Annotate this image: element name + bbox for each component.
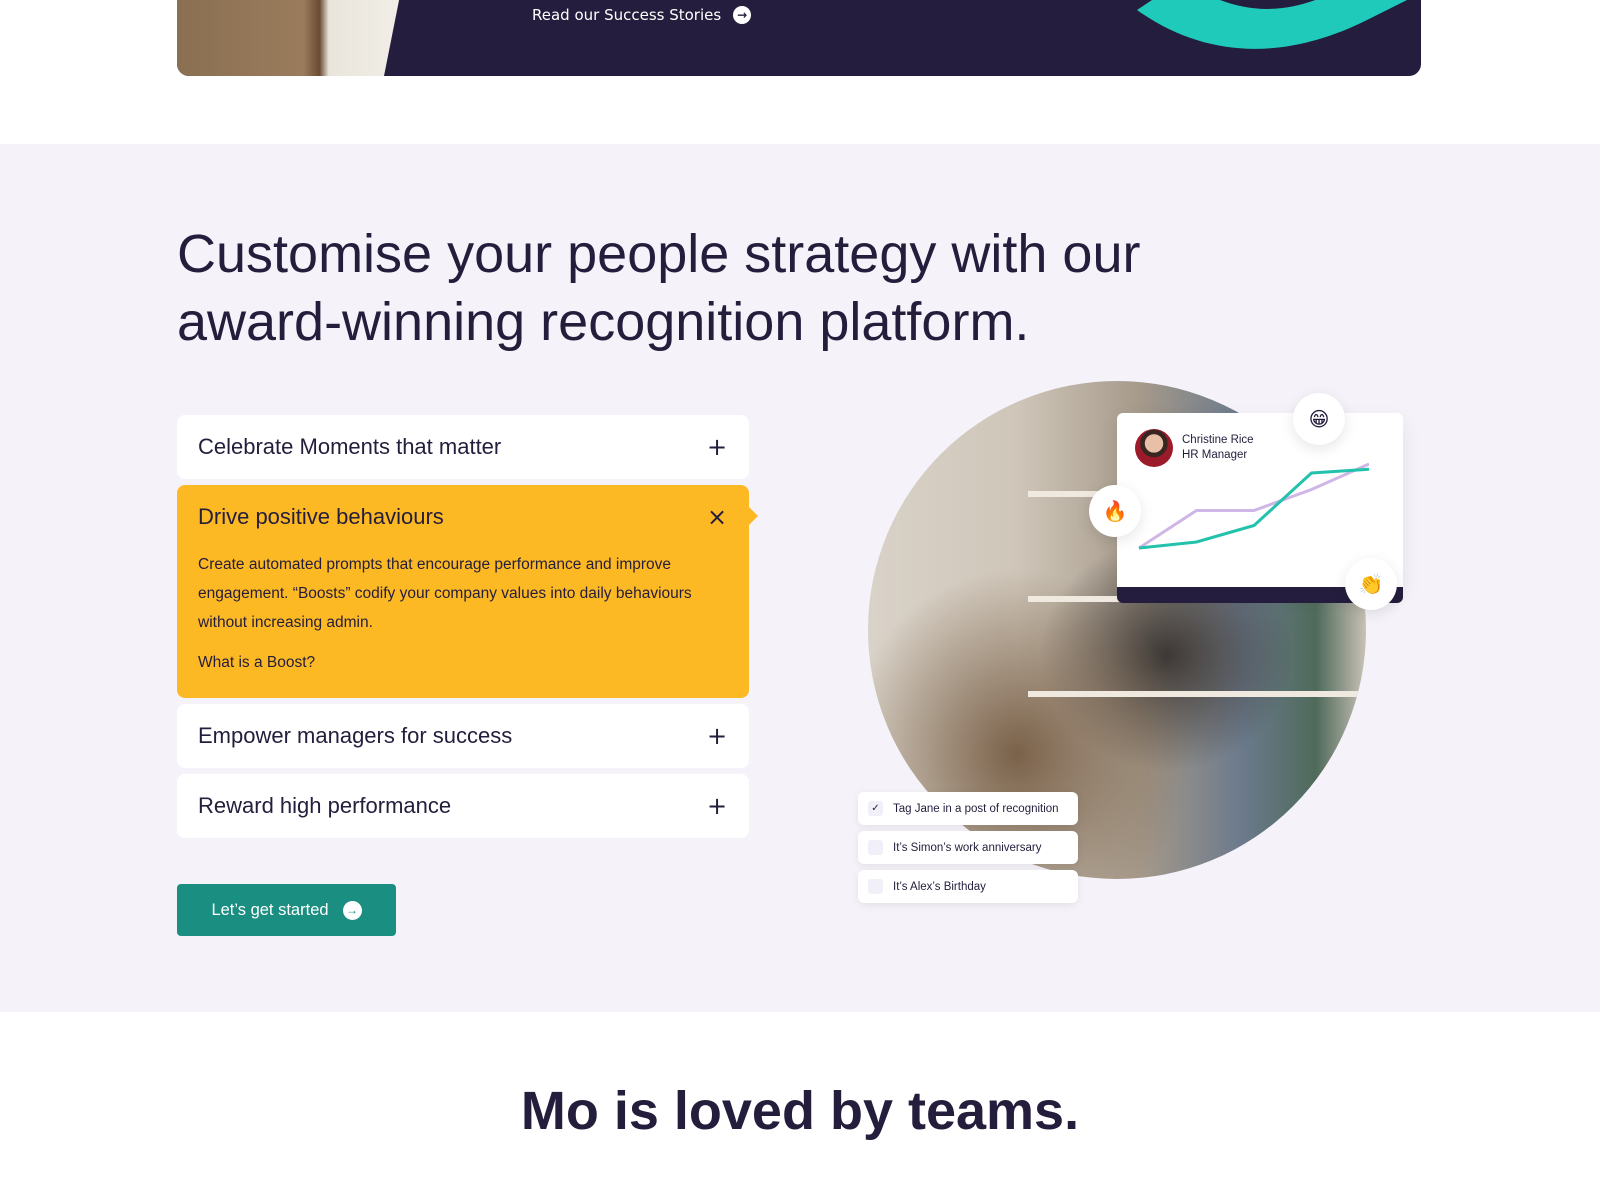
plus-icon[interactable]: + bbox=[707, 794, 727, 818]
accordion-body: Create automated prompts that encourage … bbox=[198, 556, 692, 631]
lilac-trend-line bbox=[1138, 462, 1370, 550]
checkbox-icon[interactable] bbox=[868, 879, 883, 894]
grin-emoji-icon: 😁 bbox=[1293, 393, 1345, 445]
accordion-title: Celebrate Moments that matter bbox=[198, 434, 502, 459]
task-item[interactable]: It’s Simon’s work anniversary bbox=[858, 831, 1078, 864]
arrow-right-circle-icon: → bbox=[342, 900, 362, 920]
task-label: Tag Jane in a post of recognition bbox=[893, 802, 1059, 815]
arrow-right-circle-icon: → bbox=[733, 6, 752, 24]
success-stories-banner: Read our Success Stories → bbox=[177, 0, 1421, 76]
headline-line-2: award-winning recognition platform. bbox=[177, 292, 1030, 352]
task-item[interactable]: ✓ Tag Jane in a post of recognition bbox=[858, 792, 1078, 825]
what-is-a-boost-link[interactable]: What is a Boost? bbox=[198, 654, 727, 672]
accordion-title: Empower managers for success bbox=[198, 723, 513, 748]
accordion-item-reward-performance[interactable]: Reward high performance + bbox=[177, 774, 749, 838]
plus-icon[interactable]: + bbox=[707, 724, 727, 748]
headline-line-1: Customise your people strategy with our bbox=[177, 224, 1141, 284]
decorative-swoosh bbox=[1137, 0, 1407, 49]
accordion-title: Reward high performance bbox=[198, 793, 452, 818]
accordion-item-celebrate-moments[interactable]: Celebrate Moments that matter + bbox=[177, 415, 749, 479]
section-headline: Customise your people strategy with our … bbox=[177, 220, 1277, 356]
accordion-item-drive-behaviours[interactable]: Drive positive behaviours × Create autom… bbox=[177, 485, 758, 698]
clap-emoji-icon: 👏 bbox=[1345, 558, 1397, 610]
read-success-stories-link[interactable]: Read our Success Stories → bbox=[532, 6, 752, 24]
checkmark-icon[interactable]: ✓ bbox=[868, 801, 883, 816]
fire-emoji-icon: 🔥 bbox=[1089, 485, 1141, 537]
task-item[interactable]: It’s Alex’s Birthday bbox=[858, 870, 1078, 903]
read-success-stories-label: Read our Success Stories bbox=[532, 6, 722, 24]
checkbox-icon[interactable] bbox=[868, 840, 883, 855]
get-started-label: Let’s get started bbox=[211, 900, 329, 919]
accordion-title: Drive positive behaviours bbox=[198, 504, 444, 529]
features-accordion: Celebrate Moments that matter + Drive po… bbox=[177, 415, 758, 844]
loved-by-teams-heading: Mo is loved by teams. bbox=[520, 1081, 1080, 1141]
close-icon[interactable]: × bbox=[707, 505, 727, 529]
get-started-button[interactable]: Let’s get started → bbox=[177, 884, 396, 936]
task-list: ✓ Tag Jane in a post of recognition It’s… bbox=[858, 792, 1078, 909]
accordion-item-empower-managers[interactable]: Empower managers for success + bbox=[177, 704, 749, 768]
task-label: It’s Alex’s Birthday bbox=[893, 880, 986, 893]
task-label: It’s Simon’s work anniversary bbox=[893, 841, 1042, 854]
banner-photo bbox=[177, 0, 407, 76]
plus-icon[interactable]: + bbox=[707, 435, 727, 459]
teal-trend-line bbox=[1138, 467, 1370, 550]
